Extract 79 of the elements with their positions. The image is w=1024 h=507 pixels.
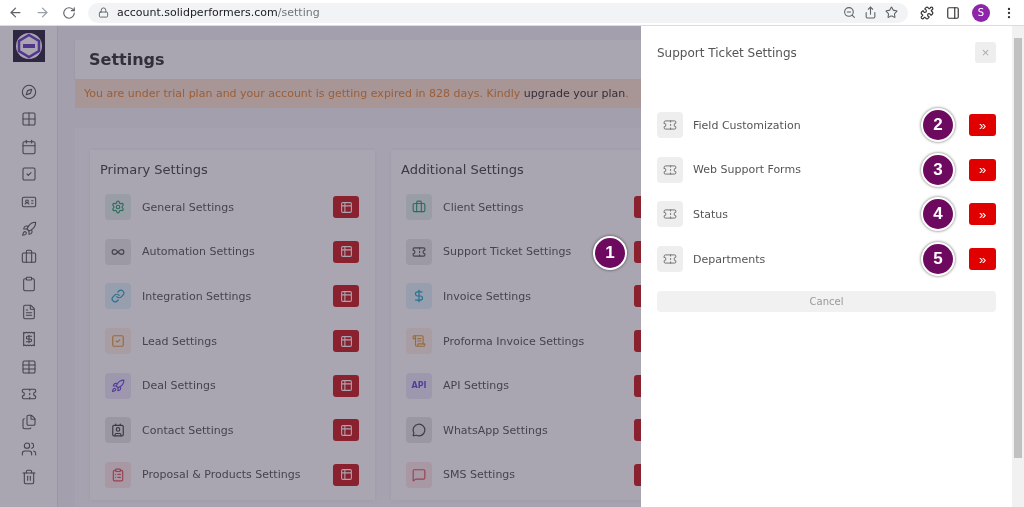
- table-icon: [339, 468, 353, 482]
- table-icon: [339, 245, 353, 259]
- section-title: Additional Settings: [401, 162, 524, 177]
- compass-icon[interactable]: [20, 83, 37, 100]
- step-marker: 4: [921, 197, 955, 232]
- setting-label[interactable]: API Settings: [443, 379, 510, 393]
- drawer-title: Support Ticket Settings: [657, 45, 797, 60]
- setting-label[interactable]: Deal Settings: [142, 379, 216, 393]
- open-button[interactable]: »: [969, 158, 996, 181]
- table-icon[interactable]: [20, 358, 37, 375]
- table-icon: [339, 379, 353, 393]
- profile-avatar[interactable]: S: [972, 3, 990, 22]
- setting-label[interactable]: Contact Settings: [142, 423, 234, 437]
- briefcase-icon[interactable]: [20, 248, 37, 265]
- address-bar[interactable]: account.solidperformers.com/setting: [88, 2, 908, 23]
- reload-icon[interactable]: [62, 5, 76, 20]
- ticket-icon: [657, 246, 683, 273]
- ticket-icon[interactable]: [20, 386, 37, 402]
- back-icon[interactable]: [8, 5, 23, 20]
- grid-icon[interactable]: [20, 111, 37, 127]
- users-icon[interactable]: [20, 441, 37, 457]
- open-settings-button[interactable]: [333, 463, 359, 486]
- ticket-icon: [657, 201, 683, 228]
- setting-label[interactable]: Automation Settings: [142, 245, 255, 259]
- trash-icon[interactable]: [20, 468, 37, 485]
- open-button[interactable]: »: [969, 203, 996, 226]
- step-marker: 1: [593, 235, 627, 270]
- side-panel-icon[interactable]: [946, 5, 960, 20]
- open-button[interactable]: »: [969, 114, 996, 137]
- step-marker: 2: [921, 108, 955, 143]
- share-icon[interactable]: [864, 6, 877, 19]
- trial-message: You are under trial plan and your account is getting expired in 828 days. Kindly: [84, 87, 522, 100]
- open-settings-button[interactable]: [333, 196, 359, 219]
- setting-label[interactable]: SMS Settings: [443, 468, 516, 482]
- checkbox-icon[interactable]: [20, 166, 37, 182]
- open-settings-button[interactable]: [333, 419, 359, 442]
- setting-label[interactable]: Proforma Invoice Settings: [443, 334, 585, 348]
- setting-label[interactable]: Integration Settings: [142, 290, 252, 303]
- calendar-icon[interactable]: [20, 138, 37, 155]
- scrollbar[interactable]: [1012, 26, 1024, 507]
- table-icon: [339, 290, 353, 303]
- open-settings-button[interactable]: [333, 374, 359, 397]
- zoom-icon[interactable]: [843, 6, 856, 19]
- setting-label[interactable]: Lead Settings: [142, 334, 218, 348]
- extensions-icon[interactable]: [920, 5, 934, 20]
- table-icon: [339, 200, 353, 214]
- star-icon[interactable]: [885, 6, 898, 19]
- setting-label[interactable]: Proposal & Products Settings: [142, 468, 301, 482]
- clipboard-icon[interactable]: [20, 276, 37, 292]
- receipt-icon[interactable]: [20, 331, 37, 347]
- document-icon[interactable]: [20, 303, 37, 320]
- table-icon: [339, 334, 353, 348]
- open-settings-button[interactable]: [333, 285, 359, 308]
- option-label: Field Customization: [693, 118, 802, 132]
- ticket-icon: [657, 112, 683, 139]
- section-title: Primary Settings: [100, 162, 208, 177]
- files-icon[interactable]: [20, 413, 37, 430]
- lock-icon: [98, 7, 109, 18]
- step-marker: 3: [921, 152, 955, 187]
- setting-label[interactable]: General Settings: [142, 200, 234, 214]
- open-settings-button[interactable]: [333, 330, 359, 353]
- setting-label[interactable]: Invoice Settings: [443, 290, 531, 303]
- url-text: account.solidperformers.com/setting: [117, 6, 320, 19]
- open-button[interactable]: »: [969, 248, 996, 271]
- option-label: Web Support Forms: [693, 163, 802, 177]
- open-settings-button[interactable]: [333, 240, 359, 263]
- rocket-icon[interactable]: [20, 221, 37, 237]
- cancel-button[interactable]: Cancel: [657, 291, 996, 313]
- setting-label[interactable]: Support Ticket Settings: [443, 245, 572, 259]
- step-marker: 5: [921, 242, 955, 277]
- option-label: Status: [693, 208, 730, 221]
- option-label: Departments: [693, 252, 767, 266]
- table-icon: [339, 423, 353, 437]
- ticket-icon: [657, 156, 683, 183]
- period-text: .: [625, 87, 629, 100]
- setting-label[interactable]: WhatsApp Settings: [443, 423, 548, 437]
- logo-icon[interactable]: [12, 30, 45, 62]
- forward-icon[interactable]: [35, 5, 50, 20]
- setting-label[interactable]: Client Settings: [443, 200, 524, 214]
